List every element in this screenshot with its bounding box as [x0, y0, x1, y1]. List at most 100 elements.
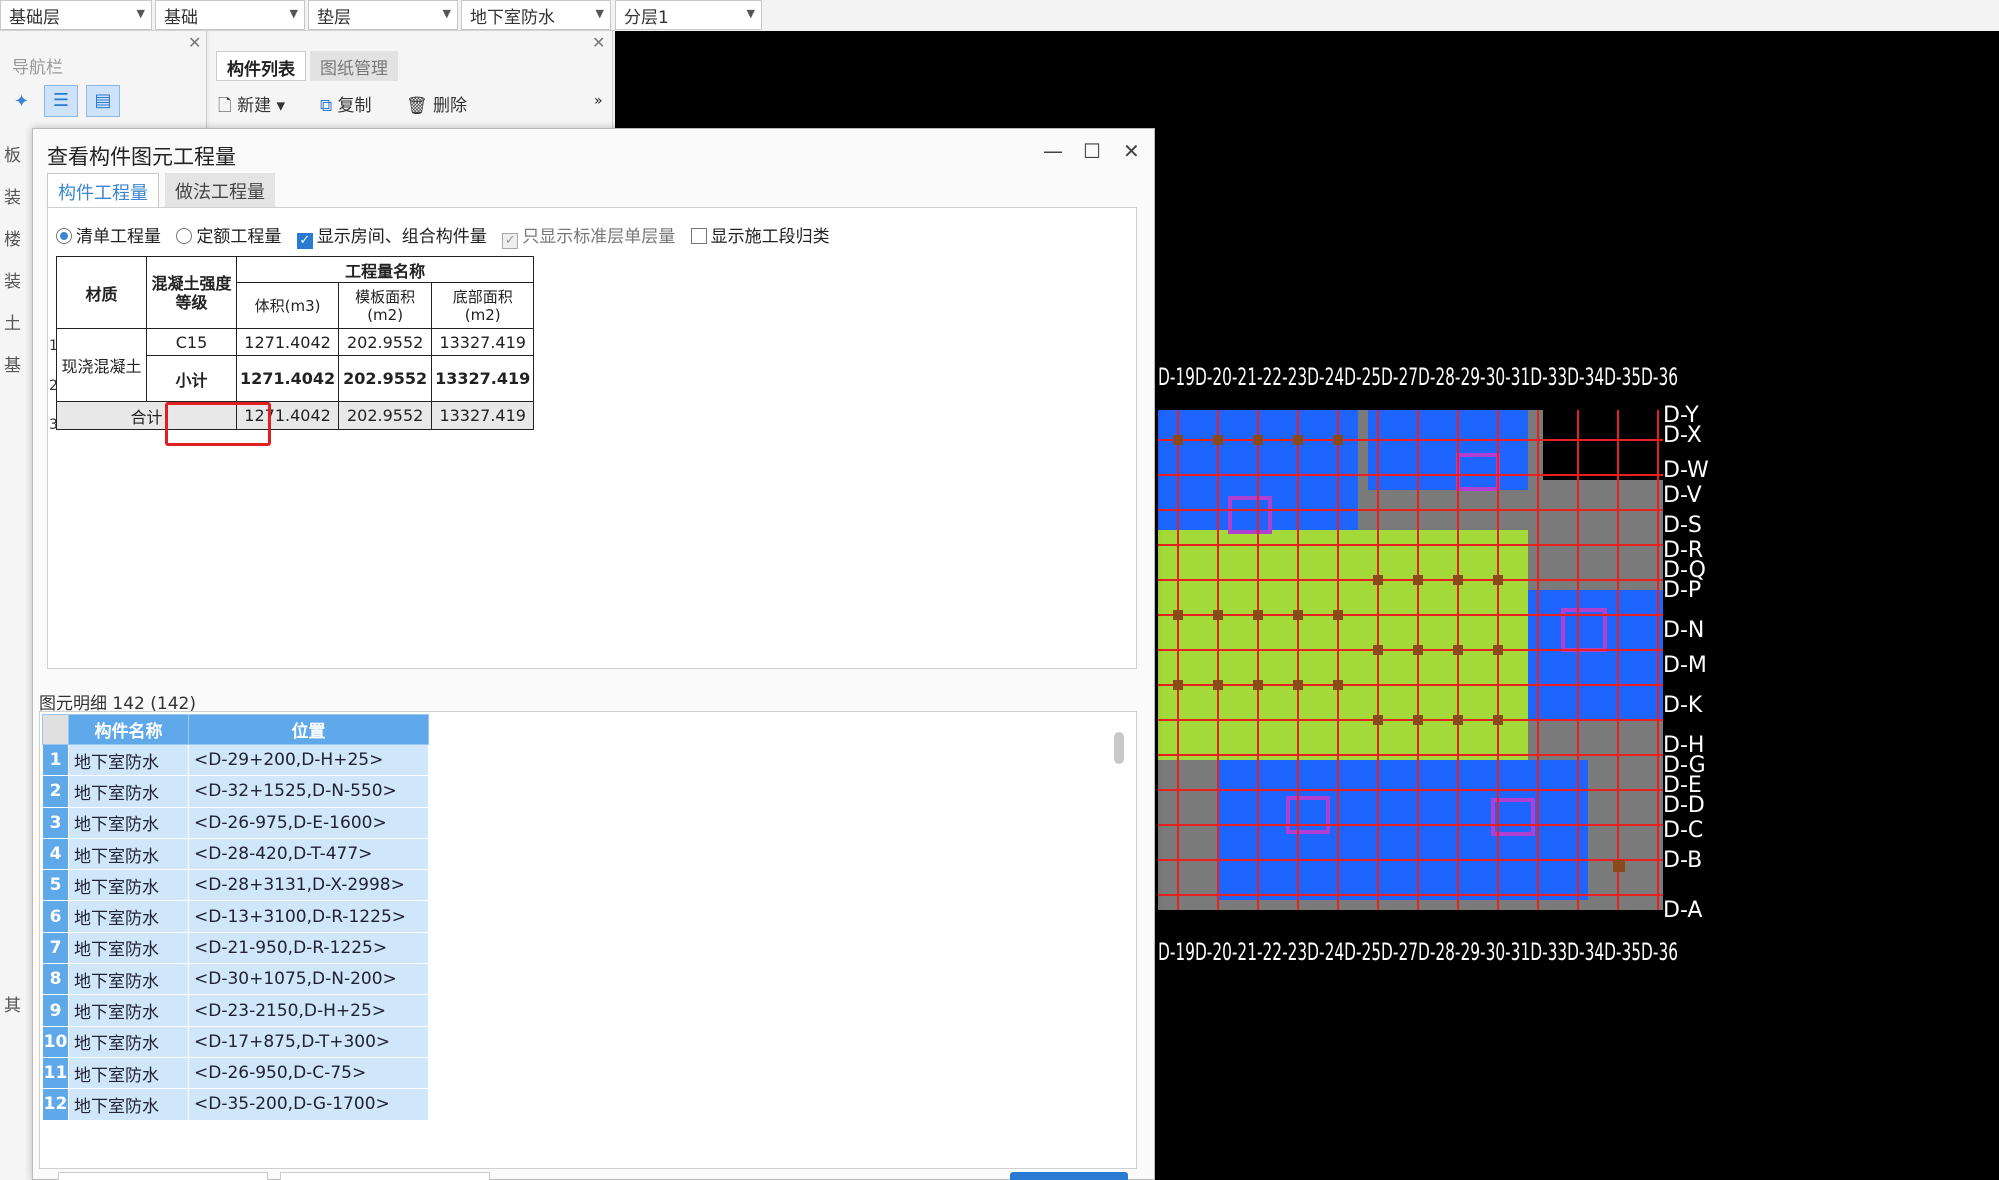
new-icon: 🗋: [218, 96, 232, 116]
nav-item-slab[interactable]: 板: [4, 141, 21, 166]
table-row[interactable]: 12 地下室防水 <D-35-200,D-G-1700>: [42, 1088, 429, 1121]
tab-drawing-manage[interactable]: 图纸管理: [310, 51, 398, 81]
header-material: 材质: [56, 256, 147, 329]
axis-label: D-N: [1663, 618, 1704, 643]
table-row[interactable]: 8 地下室防水 <D-30+1075,D-N-200>: [42, 963, 429, 996]
floor-combo[interactable]: 基础层 ▼: [0, 0, 152, 30]
cell-position: <D-28+3131,D-X-2998>: [188, 869, 429, 902]
col-header-position[interactable]: 位置: [188, 714, 429, 745]
row-number: 6: [42, 900, 69, 933]
table-row[interactable]: 9 地下室防水 <D-23-2150,D-H+25>: [42, 994, 429, 1027]
detail-section: 构件名称 位置 1 地下室防水 <D-29+200,D-H+25> 2 地下室防水 <D-…: [39, 711, 1137, 1169]
axis-label: D-W: [1663, 458, 1709, 483]
tab-method-qty[interactable]: 做法工程量: [165, 173, 275, 207]
show-stage-checkbox[interactable]: 显示施工段归类: [690, 222, 830, 247]
nav-title: 导航栏: [12, 58, 63, 78]
cell-position: <D-26-975,D-E-1600>: [188, 806, 429, 839]
cell-component-name: 地下室防水: [68, 869, 189, 902]
minimize-icon[interactable]: —: [1043, 139, 1063, 163]
table-row[interactable]: 5 地下室防水 <D-28+3131,D-X-2998>: [42, 869, 429, 902]
cad-zone-black-notch: [1543, 410, 1663, 480]
axis-label: D-P: [1663, 578, 1701, 603]
sublayer-combo[interactable]: 分层1 ▼: [615, 0, 762, 30]
nav-item-decor2[interactable]: 装: [4, 267, 21, 292]
cell-component-name: 地下室防水: [68, 743, 189, 777]
table-row[interactable]: 6 地下室防水 <D-13+3100,D-R-1225>: [42, 900, 429, 933]
axis-label: D-M: [1663, 653, 1707, 678]
copy-button[interactable]: ⧉ 复制: [320, 91, 372, 116]
confirm-button[interactable]: [1010, 1172, 1128, 1180]
cell-position: <D-21-950,D-R-1225>: [188, 931, 429, 965]
axis-label: D-A: [1663, 898, 1702, 923]
tab-component-qty[interactable]: 构件工程量: [47, 173, 159, 207]
tab-component-list[interactable]: 构件列表: [216, 51, 306, 81]
chevron-down-icon: ▼: [595, 7, 604, 20]
nav-item-stair[interactable]: 楼: [4, 225, 21, 250]
check-icon: ✓: [296, 233, 313, 249]
row-number: 4: [42, 837, 69, 871]
table-row[interactable]: 7 地下室防水 <D-21-950,D-R-1225>: [42, 931, 429, 965]
nav-item-other[interactable]: 其: [4, 991, 21, 1016]
quantity-dialog: 查看构件图元工程量 — ☐ ✕ 构件工程量 做法工程量 清单工程量 定额工程量 …: [32, 128, 1155, 1180]
table-row[interactable]: 3 地下室防水 <D-26-975,D-E-1600>: [42, 806, 429, 839]
close-icon[interactable]: ✕: [592, 33, 605, 52]
chevron-down-icon: ▼: [442, 7, 451, 20]
category-combo[interactable]: 基础 ▼: [155, 0, 305, 30]
show-rooms-checkbox[interactable]: ✓ 显示房间、组合构件量: [296, 222, 487, 249]
cell-component-name: 地下室防水: [68, 1056, 189, 1090]
axis-label: D-C: [1663, 818, 1703, 843]
cell-component-name: 地下室防水: [68, 837, 189, 871]
col-header-name[interactable]: 构件名称: [68, 714, 189, 745]
detail-view-icon[interactable]: ▤: [86, 85, 120, 117]
cell-position: <D-26-950,D-C-75>: [188, 1056, 429, 1090]
cell-position: <D-35-200,D-G-1700>: [188, 1088, 429, 1121]
cell-total-bottom: 13327.419: [431, 401, 535, 430]
row-number: 7: [42, 931, 69, 965]
dialog-title: 查看构件图元工程量: [47, 145, 236, 169]
table-row[interactable]: 1 地下室防水 <D-29+200,D-H+25>: [42, 743, 429, 777]
table-row[interactable]: 2 地下室防水 <D-32+1525,D-N-550>: [42, 775, 429, 808]
copy-icon: ⧉: [320, 96, 333, 116]
cad-bottom-axis-label: D-19D-20-21-22-23D-24D-25D-27D-28-29-30-…: [1158, 938, 1678, 966]
header-bottom: 底部面积(m2): [431, 282, 535, 329]
add-icon[interactable]: ✦: [14, 91, 29, 112]
cell-position: <D-23-2150,D-H+25>: [188, 994, 429, 1027]
options-row: 清单工程量 定额工程量 ✓ 显示房间、组合构件量 ✓ 只显示标准层单层量 显示施工段…: [56, 222, 840, 249]
cad-right-axis-labels: D-Y D-X D-W D-V D-S D-R D-Q D-P D-N D-M …: [1663, 403, 1709, 923]
axis-label: D-X: [1663, 423, 1702, 448]
cell-position: <D-29+200,D-H+25>: [188, 743, 429, 777]
type-combo[interactable]: 垫层 ▼: [308, 0, 458, 30]
axis-label: D-D: [1663, 793, 1705, 818]
footer-button-1[interactable]: [58, 1172, 268, 1180]
cell-subtotal-formwork: 202.9552: [338, 355, 433, 402]
cell-component-name: 地下室防水: [68, 994, 189, 1027]
scrollbar-thumb[interactable]: [1114, 732, 1124, 764]
delete-button[interactable]: 🗑 删除: [406, 91, 467, 116]
cell-component-name: 地下室防水: [68, 806, 189, 839]
table-row[interactable]: 4 地下室防水 <D-28-420,D-T-477>: [42, 837, 429, 871]
close-icon[interactable]: ✕: [188, 33, 201, 52]
quota-qty-radio[interactable]: 定额工程量: [176, 222, 281, 247]
footer-button-2[interactable]: [280, 1172, 490, 1180]
more-icon[interactable]: »: [594, 93, 603, 109]
maximize-icon[interactable]: ☐: [1083, 139, 1101, 163]
cell-component-name: 地下室防水: [68, 1088, 189, 1121]
cad-zone-blue-topright: [1368, 410, 1528, 490]
list-view-icon[interactable]: ☰: [44, 85, 78, 117]
close-icon[interactable]: ✕: [1123, 139, 1140, 163]
cell-subtotal-volume: 1271.4042: [235, 355, 340, 402]
new-button[interactable]: 🗋 新建 ▾: [218, 91, 285, 122]
nav-item-earth[interactable]: 土: [4, 309, 21, 334]
nav-item-decor[interactable]: 装: [4, 183, 21, 208]
cell-subtotal-bottom: 13327.419: [431, 355, 535, 402]
cell-volume: 1271.4042: [235, 328, 340, 356]
nav-item-foundation[interactable]: 基: [4, 351, 21, 376]
table-row[interactable]: 10 地下室防水 <D-17+875,D-T+300>: [42, 1025, 429, 1058]
table-row[interactable]: 11 地下室防水 <D-26-950,D-C-75>: [42, 1056, 429, 1090]
bill-qty-radio[interactable]: 清单工程量: [56, 222, 161, 247]
header-qty-group: 工程量名称: [235, 256, 535, 283]
row-number: 2: [42, 775, 69, 808]
cell-component-name: 地下室防水: [68, 1025, 189, 1058]
cad-floor-plan[interactable]: D-19D-20-21-22-23D-24D-25D-27D-28-29-30-…: [1158, 360, 1728, 980]
component-combo[interactable]: 地下室防水 ▼: [461, 0, 611, 30]
